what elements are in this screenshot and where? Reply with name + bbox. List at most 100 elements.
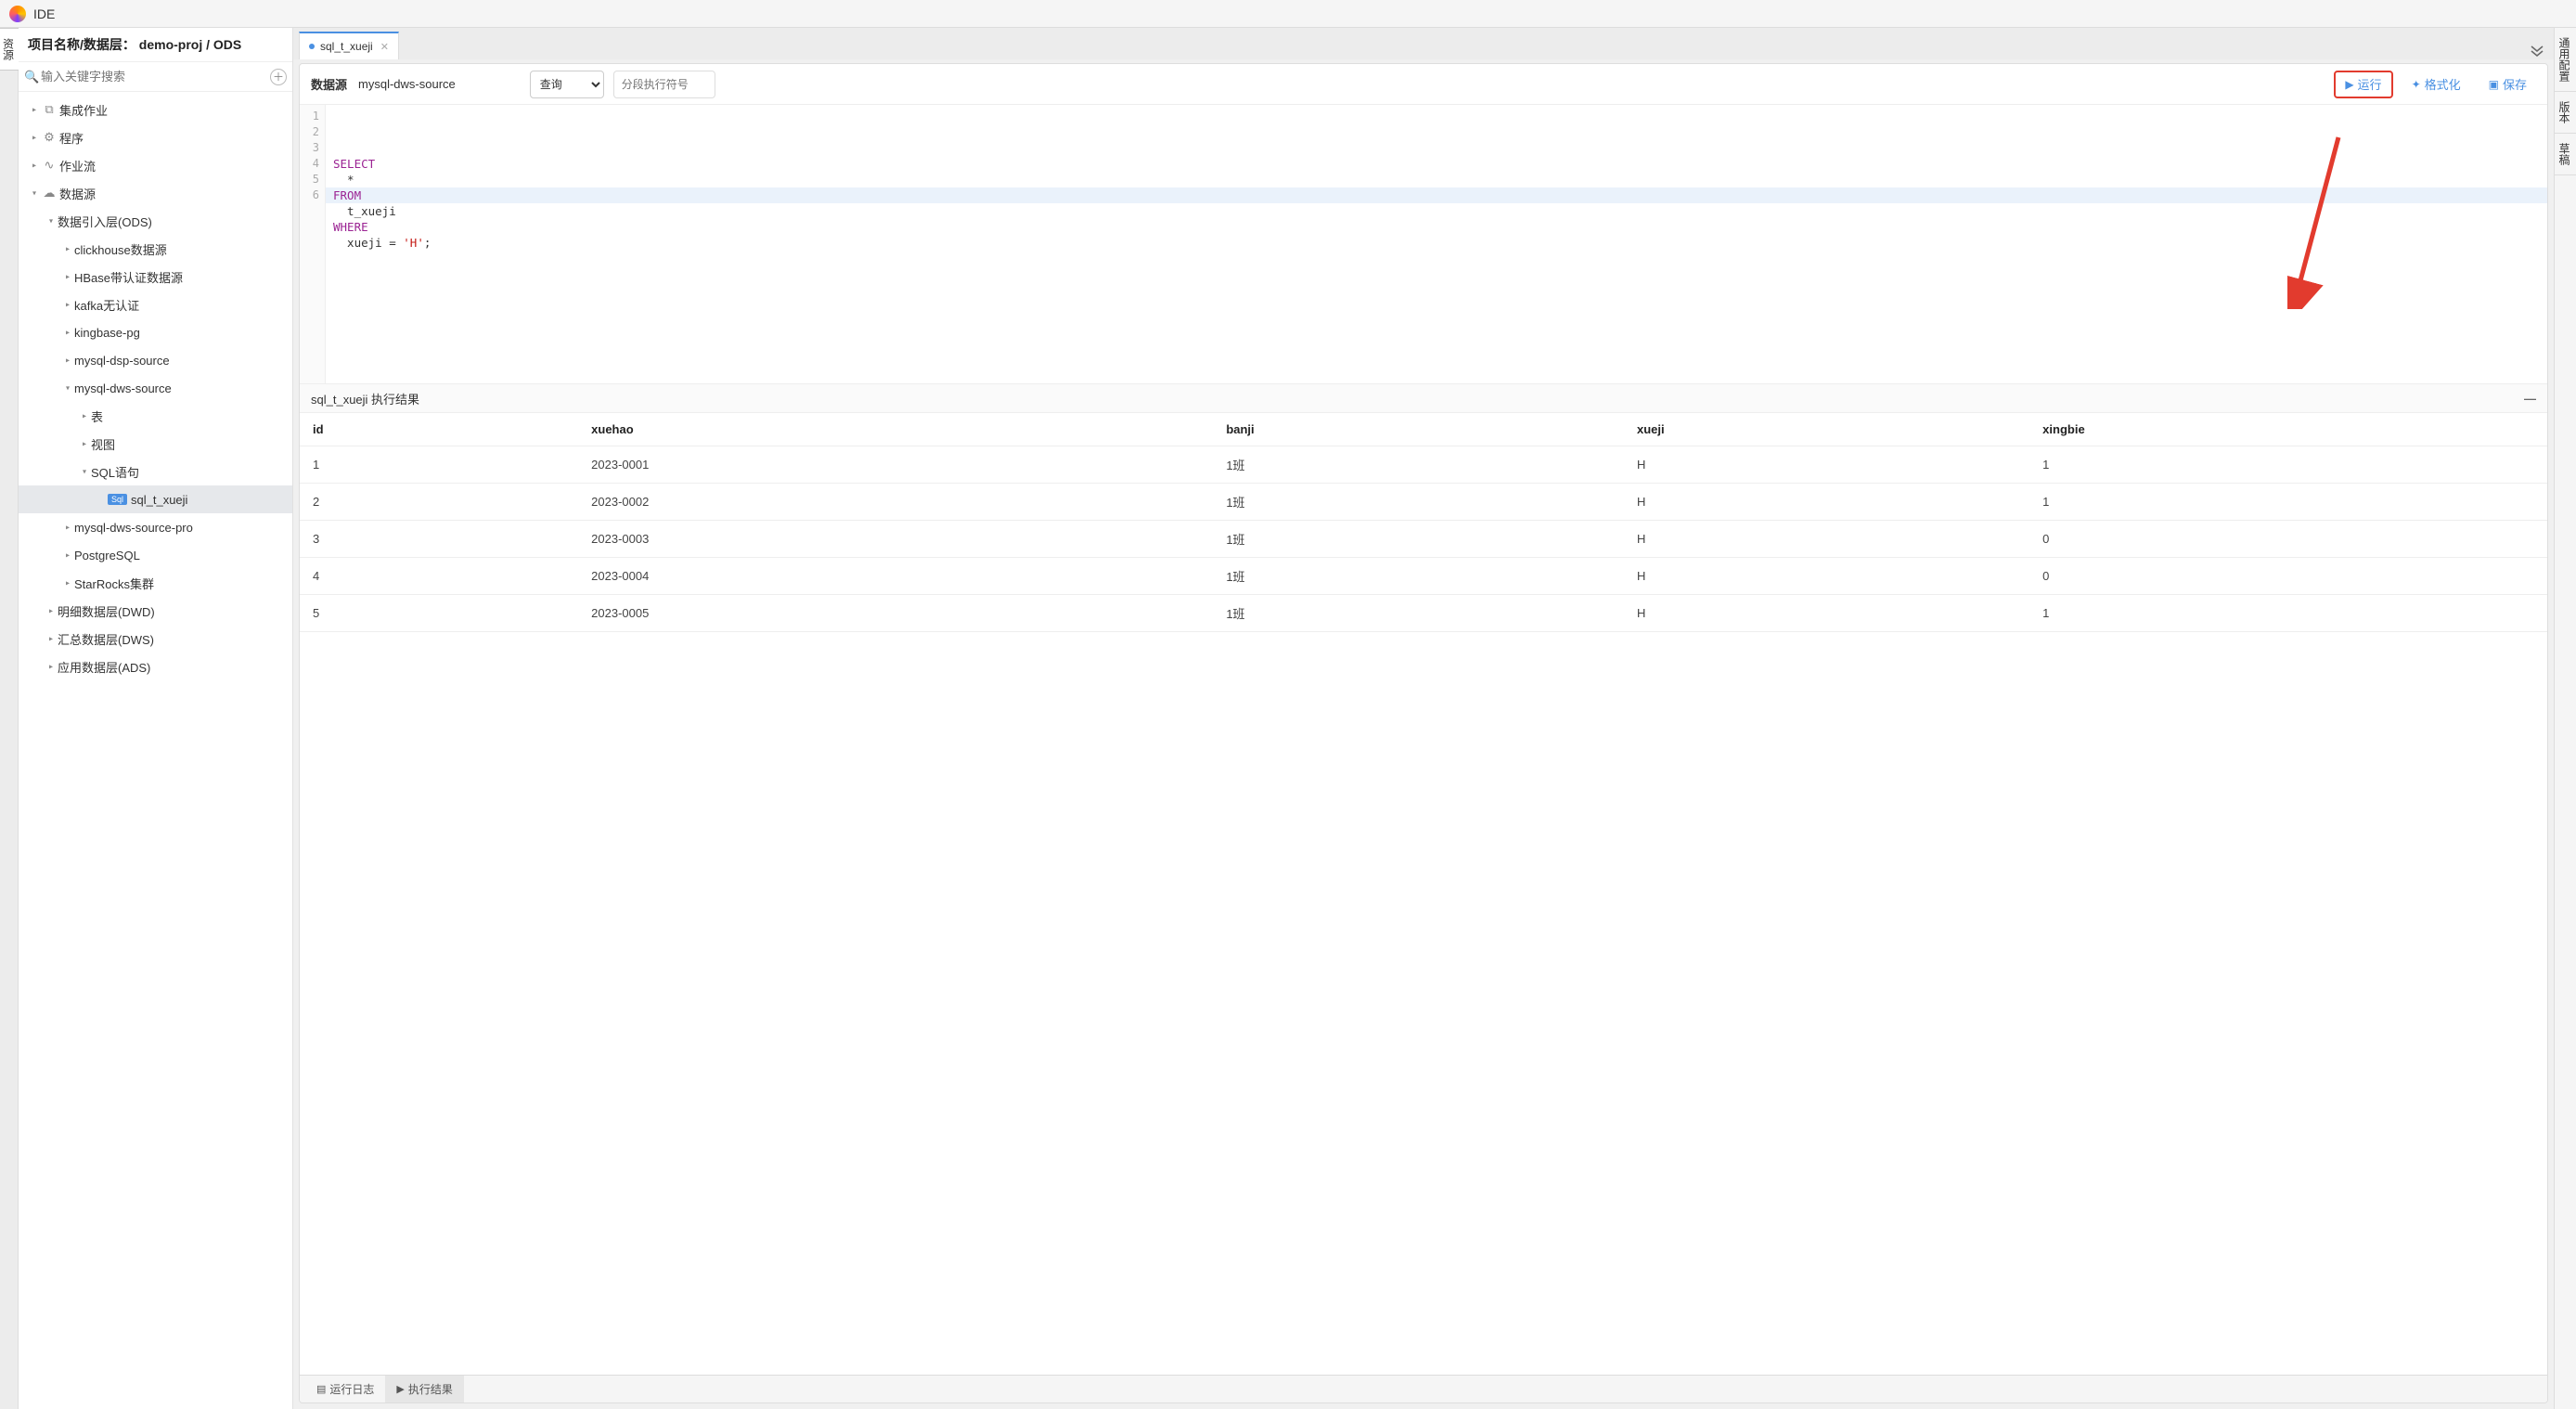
tree-twisty-icon: ▸ — [62, 273, 72, 281]
collapse-tabs-icon[interactable] — [2530, 44, 2544, 59]
tree-node-icon: ☁ — [41, 186, 58, 200]
right-tab-general-config[interactable]: 通用配置 — [2555, 28, 2576, 92]
tree-item-mysql-dsp-source[interactable]: ▸mysql-dsp-source — [19, 346, 292, 374]
table-row[interactable]: 52023-00051班H1 — [300, 595, 2547, 632]
tree-item-mysql-dws-source[interactable]: ▾mysql-dws-source — [19, 374, 292, 402]
tree-twisty-icon: ▸ — [45, 663, 56, 671]
table-row[interactable]: 42023-00041班H0 — [300, 558, 2547, 595]
tree-twisty-icon: ▸ — [29, 162, 39, 170]
tree-item-kingbase-pg[interactable]: ▸kingbase-pg — [19, 318, 292, 346]
minimize-result-icon[interactable]: — — [2524, 392, 2536, 406]
log-icon: ▤ — [316, 1383, 326, 1395]
tree-node-icon: ⚙ — [41, 130, 58, 145]
format-button[interactable]: ✦ 格式化 — [2402, 71, 2470, 98]
datasource-name: mysql-dws-source — [358, 77, 456, 91]
left-rail: 资源 — [0, 28, 19, 1409]
tree-item-label: mysql-dws-source — [74, 381, 172, 395]
tree-twisty-icon: ▸ — [62, 245, 72, 253]
table-row[interactable]: 12023-00011班H1 — [300, 446, 2547, 484]
tree-item-label: PostgreSQL — [74, 549, 140, 562]
tree-twisty-icon: ▾ — [79, 468, 89, 476]
tree-item-汇总数据层(DWS)[interactable]: ▸汇总数据层(DWS) — [19, 625, 292, 653]
tree-item-label: SQL语句 — [91, 463, 139, 481]
tree-item-PostgreSQL[interactable]: ▸PostgreSQL — [19, 541, 292, 569]
code-editor[interactable]: 123456 SELECT *FROM t_xuejiWHERE xueji =… — [300, 105, 2547, 383]
bottom-tabs: ▤ 运行日志 ▶ 执行结果 — [300, 1375, 2547, 1403]
code-content[interactable]: SELECT *FROM t_xuejiWHERE xueji = 'H'; — [326, 105, 2547, 383]
tab-run-log[interactable]: ▤ 运行日志 — [305, 1376, 385, 1403]
right-tab-draft[interactable]: 草稿 — [2555, 134, 2576, 175]
tab-exec-result[interactable]: ▶ 执行结果 — [385, 1376, 463, 1403]
tree-node-icon: ⧉ — [41, 102, 58, 117]
tree-item-clickhouse数据源[interactable]: ▸clickhouse数据源 — [19, 235, 292, 263]
tree-item-表[interactable]: ▸表 — [19, 402, 292, 430]
query-mode-select[interactable]: 查询 — [530, 71, 604, 98]
result-header: sql_t_xueji 执行结果 — — [300, 383, 2547, 413]
tree-item-程序[interactable]: ▸⚙程序 — [19, 123, 292, 151]
run-button[interactable]: ▶ 运行 — [2334, 71, 2392, 98]
tab-title: sql_t_xueji — [320, 40, 373, 53]
tree-item-kafka无认证[interactable]: ▸kafka无认证 — [19, 291, 292, 318]
add-icon[interactable]: ＋ — [270, 69, 287, 85]
resource-tree: ▸⧉集成作业▸⚙程序▸∿作业流▾☁数据源▾数据引入层(ODS)▸clickhou… — [19, 92, 292, 1409]
tree-item-mysql-dws-source-pro[interactable]: ▸mysql-dws-source-pro — [19, 513, 292, 541]
tree-item-数据源[interactable]: ▾☁数据源 — [19, 179, 292, 207]
tree-item-视图[interactable]: ▸视图 — [19, 430, 292, 458]
tree-twisty-icon: ▸ — [79, 440, 89, 448]
table-row[interactable]: 22023-00021班H1 — [300, 484, 2547, 521]
tree-item-label: 作业流 — [59, 157, 96, 175]
datasource-label: 数据源 — [311, 75, 347, 93]
tree-item-sql_t_xueji[interactable]: Sqlsql_t_xueji — [19, 485, 292, 513]
tree-twisty-icon: ▸ — [45, 635, 56, 643]
save-button[interactable]: ▣ 保存 — [2479, 71, 2536, 98]
col-xuehao[interactable]: xuehao — [578, 413, 1213, 446]
tree-item-StarRocks集群[interactable]: ▸StarRocks集群 — [19, 569, 292, 597]
tree-item-label: 集成作业 — [59, 101, 108, 119]
left-rail-resource-tab[interactable]: 资源 — [0, 28, 19, 71]
tree-twisty-icon: ▾ — [45, 217, 56, 226]
right-rail: 通用配置 版本 草稿 — [2554, 28, 2576, 1409]
tree-twisty-icon: ▸ — [62, 524, 72, 532]
tree-twisty-icon: ▸ — [79, 412, 89, 420]
tab-modified-dot-icon — [309, 44, 315, 49]
format-icon: ✦ — [2412, 78, 2421, 91]
col-banji[interactable]: banji — [1213, 413, 1624, 446]
tree-item-label: kingbase-pg — [74, 326, 140, 340]
tree-item-label: 数据源 — [59, 185, 96, 202]
play-icon: ▶ — [2345, 78, 2353, 91]
tree-item-作业流[interactable]: ▸∿作业流 — [19, 151, 292, 179]
result-title: sql_t_xueji 执行结果 — [311, 390, 419, 407]
tree-item-HBase带认证数据源[interactable]: ▸HBase带认证数据源 — [19, 263, 292, 291]
search-icon: 🔍 — [24, 70, 39, 84]
tree-item-label: 汇总数据层(DWS) — [58, 630, 154, 648]
tree-item-SQL语句[interactable]: ▾SQL语句 — [19, 458, 292, 485]
tree-item-label: 视图 — [91, 435, 115, 453]
tree-twisty-icon: ▸ — [62, 551, 72, 560]
tab-close-icon[interactable]: ✕ — [380, 41, 389, 53]
tree-item-明细数据层(DWD)[interactable]: ▸明细数据层(DWD) — [19, 597, 292, 625]
tree-item-label: 数据引入层(ODS) — [58, 213, 152, 230]
tree-twisty-icon: ▸ — [45, 607, 56, 615]
col-xueji[interactable]: xueji — [1624, 413, 2029, 446]
tree-twisty-icon: ▸ — [62, 579, 72, 588]
title-bar: IDE — [0, 0, 2576, 28]
tree-item-应用数据层(ADS)[interactable]: ▸应用数据层(ADS) — [19, 653, 292, 680]
save-icon: ▣ — [2489, 78, 2499, 91]
right-tab-version[interactable]: 版本 — [2555, 92, 2576, 134]
tree-item-label: 程序 — [59, 129, 84, 147]
search-input[interactable] — [39, 66, 270, 87]
table-row[interactable]: 32023-00031班H0 — [300, 521, 2547, 558]
tree-item-label: 应用数据层(ADS) — [58, 658, 150, 676]
segment-exec-input[interactable] — [613, 71, 715, 98]
tree-twisty-icon: ▸ — [62, 356, 72, 365]
tree-twisty-icon: ▾ — [29, 189, 39, 198]
col-id[interactable]: id — [300, 413, 578, 446]
tree-item-集成作业[interactable]: ▸⧉集成作业 — [19, 96, 292, 123]
project-header: 项目名称/数据层： demo-proj / ODS — [19, 28, 292, 62]
tree-item-数据引入层(ODS)[interactable]: ▾数据引入层(ODS) — [19, 207, 292, 235]
tree-twisty-icon: ▾ — [62, 384, 72, 393]
col-xingbie[interactable]: xingbie — [2029, 413, 2547, 446]
editor-toolbar: 数据源 mysql-dws-source 查询 ▶ 运行 ✦ 格式化 — [300, 64, 2547, 105]
tab-sql-t-xueji[interactable]: sql_t_xueji ✕ — [299, 32, 399, 59]
tree-item-label: HBase带认证数据源 — [74, 268, 183, 286]
